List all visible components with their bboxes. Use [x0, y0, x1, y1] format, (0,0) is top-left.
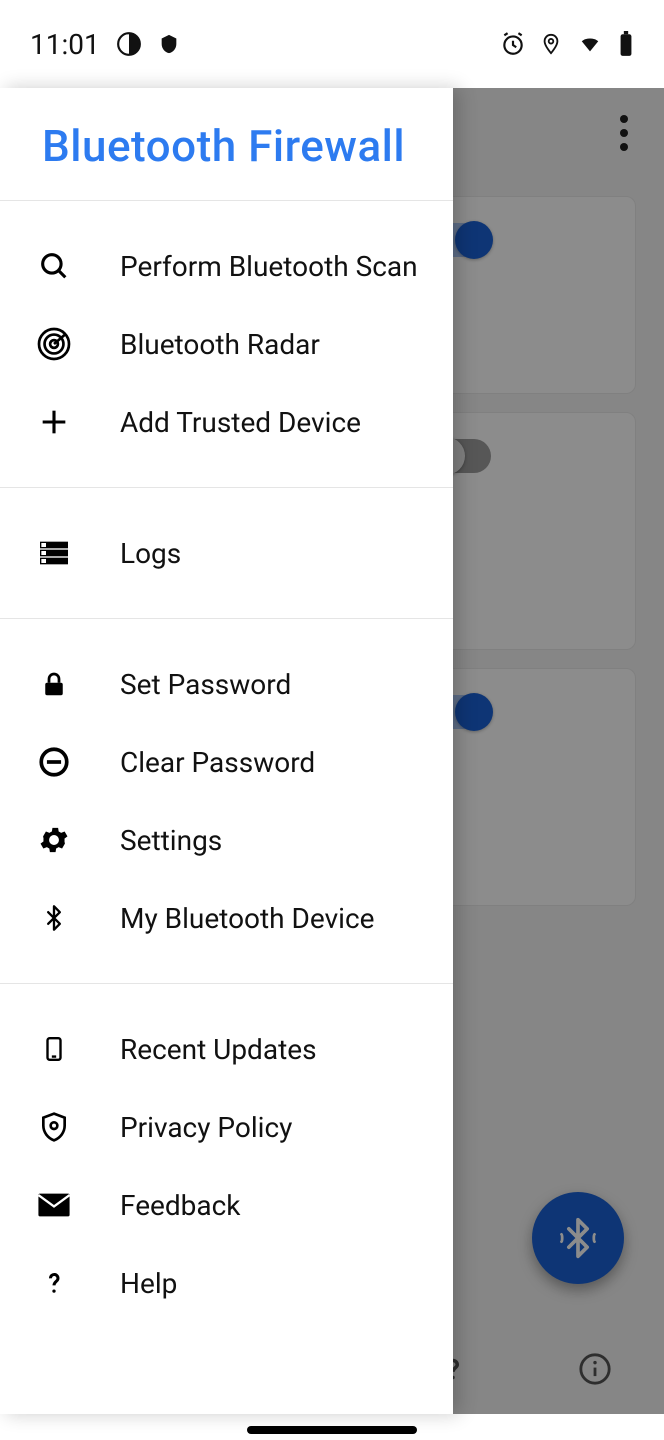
menu-item-add-trusted[interactable]: Add Trusted Device — [0, 383, 453, 461]
radar-icon — [30, 320, 78, 368]
bluetooth-icon — [30, 894, 78, 942]
menu-item-help[interactable]: Help — [0, 1244, 453, 1322]
menu-label: Recent Updates — [120, 1033, 317, 1066]
status-bar: 11:01 — [0, 0, 664, 88]
menu-item-recent-updates[interactable]: Recent Updates — [0, 1010, 453, 1088]
status-time: 11:01 — [30, 28, 100, 61]
menu-label: Clear Password — [120, 746, 315, 779]
status-dnd-icon — [116, 31, 142, 57]
status-shield-icon — [158, 31, 180, 57]
menu-item-set-password[interactable]: Set Password — [0, 645, 453, 723]
shield-check-icon — [30, 1103, 78, 1151]
menu-item-my-bt-device[interactable]: My Bluetooth Device — [0, 879, 453, 957]
menu-item-clear-password[interactable]: Clear Password — [0, 723, 453, 801]
menu-label: Help — [120, 1267, 177, 1300]
plus-icon — [30, 398, 78, 446]
menu-label: Feedback — [120, 1189, 240, 1222]
search-icon — [30, 242, 78, 290]
menu-label: Set Password — [120, 668, 291, 701]
menu-label: Perform Bluetooth Scan — [120, 250, 418, 283]
menu-label: Privacy Policy — [120, 1111, 292, 1144]
drawer-title: Bluetooth Firewall — [0, 88, 453, 200]
gesture-nav-bar — [247, 1426, 417, 1434]
menu-item-settings[interactable]: Settings — [0, 801, 453, 879]
alarm-icon — [500, 31, 526, 57]
gear-icon — [30, 816, 78, 864]
menu-item-feedback[interactable]: Feedback — [0, 1166, 453, 1244]
menu-item-privacy-policy[interactable]: Privacy Policy — [0, 1088, 453, 1166]
menu-label: Settings — [120, 824, 222, 857]
menu-label: My Bluetooth Device — [120, 902, 374, 935]
menu-label: Bluetooth Radar — [120, 328, 320, 361]
menu-label: Logs — [120, 537, 181, 570]
menu-item-radar[interactable]: Bluetooth Radar — [0, 305, 453, 383]
navigation-drawer: Bluetooth Firewall Perform Bluetooth Sca… — [0, 88, 453, 1414]
menu-item-scan[interactable]: Perform Bluetooth Scan — [0, 227, 453, 305]
clear-icon — [30, 738, 78, 786]
battery-icon — [618, 31, 634, 57]
wifi-icon — [576, 33, 604, 55]
menu-label: Add Trusted Device — [120, 406, 361, 439]
phone-icon — [30, 1025, 78, 1073]
help-icon — [30, 1259, 78, 1307]
logs-icon — [30, 529, 78, 577]
mail-icon — [30, 1181, 78, 1229]
lock-icon — [30, 660, 78, 708]
location-icon — [540, 31, 562, 57]
menu-item-logs[interactable]: Logs — [0, 514, 453, 592]
